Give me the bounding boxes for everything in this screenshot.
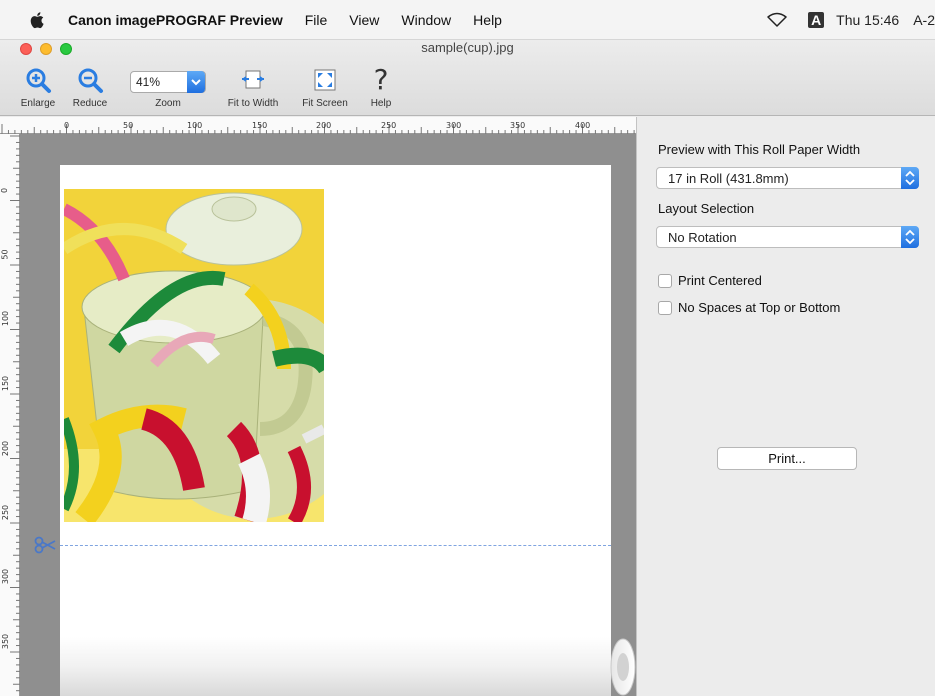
paper-roll xyxy=(60,637,636,696)
help-button[interactable]: ? Help xyxy=(364,63,398,110)
checkbox-box[interactable] xyxy=(658,273,672,288)
print-button[interactable]: Print... xyxy=(717,447,857,470)
stepper-arrows-icon[interactable] xyxy=(901,226,919,248)
window-title: sample(cup).jpg xyxy=(421,40,514,55)
ruler-tick-label: 100 xyxy=(1,310,11,327)
menu-window[interactable]: Window xyxy=(401,12,451,28)
window-toolbar: sample(cup).jpg Enlarge Reduce 41% Zoom … xyxy=(0,40,935,116)
menu-view[interactable]: View xyxy=(349,12,379,28)
layout-value: No Rotation xyxy=(668,230,737,245)
zoom-out-icon xyxy=(78,68,103,93)
chevron-down-icon[interactable] xyxy=(187,71,205,93)
enlarge-label: Enlarge xyxy=(20,98,56,109)
fit-to-width-button[interactable]: Fit to Width xyxy=(220,64,286,109)
menu-clock[interactable]: Thu 15:46 xyxy=(836,12,899,28)
ruler-tick-label: 400 xyxy=(575,121,591,130)
menu-file[interactable]: File xyxy=(305,12,328,28)
fit-width-icon xyxy=(242,70,264,89)
menu-user[interactable]: A-2 xyxy=(913,12,935,28)
question-icon: ? xyxy=(373,63,389,96)
checkbox-box[interactable] xyxy=(658,300,672,315)
no-spaces-label: No Spaces at Top or Bottom xyxy=(678,300,841,315)
ruler-tick-label: 50 xyxy=(0,249,10,260)
ruler-tick-label: 0 xyxy=(64,121,70,130)
layout-select[interactable]: No Rotation xyxy=(656,226,919,248)
ruler-tick-label: 350 xyxy=(1,633,11,650)
roll-width-value: 17 in Roll (431.8mm) xyxy=(668,171,789,186)
ruler-tick-label: 100 xyxy=(187,121,203,130)
ruler-tick-label: 350 xyxy=(510,121,526,130)
settings-panel: Preview with This Roll Paper Width 17 in… xyxy=(636,117,935,696)
zoom-in-icon xyxy=(26,68,51,93)
no-spaces-checkbox[interactable]: No Spaces at Top or Bottom xyxy=(658,300,840,315)
preview-area[interactable]: 0 50 100 150 200 250 300 350 400 0 50 10… xyxy=(0,117,636,696)
fit-screen-label: Fit Screen xyxy=(302,98,348,109)
roll-width-select[interactable]: 17 in Roll (431.8mm) xyxy=(656,167,919,189)
zoom-select[interactable]: 41% xyxy=(130,71,206,93)
ruler-tick-label: 300 xyxy=(1,568,11,585)
menu-bar: Canon imagePROGRAF Preview File View Win… xyxy=(0,0,935,40)
fit-to-width-label: Fit to Width xyxy=(227,98,279,109)
print-centered-checkbox[interactable]: Print Centered xyxy=(658,273,762,288)
enlarge-button[interactable]: Enlarge xyxy=(16,64,60,109)
ruler-tick-label: 200 xyxy=(316,121,332,130)
zoom-value: 41% xyxy=(136,75,161,89)
menu-app-name[interactable]: Canon imagePROGRAF Preview xyxy=(68,12,283,28)
ruler-tick-label: 250 xyxy=(381,121,397,130)
horizontal-ruler: 0 50 100 150 200 250 300 350 400 xyxy=(0,117,636,134)
stepper-arrows-icon[interactable] xyxy=(901,167,919,189)
menu-bar-status: A Thu 15:46 A-2 xyxy=(766,0,935,40)
reduce-button[interactable]: Reduce xyxy=(68,64,112,109)
preview-image xyxy=(64,189,324,522)
input-source-icon[interactable]: A xyxy=(808,12,825,28)
zoom-label: Zoom xyxy=(155,98,181,109)
print-centered-label: Print Centered xyxy=(678,273,762,288)
vertical-ruler: 0 50 100 150 200 250 300 350 xyxy=(0,134,20,696)
ruler-tick-label: 0 xyxy=(0,187,10,194)
layout-selection-label: Layout Selection xyxy=(658,201,755,216)
ruler-tick-label: 200 xyxy=(1,440,11,457)
apple-icon[interactable] xyxy=(28,10,48,30)
menu-help[interactable]: Help xyxy=(473,12,502,28)
help-label: Help xyxy=(370,98,392,109)
ruler-tick-label: 250 xyxy=(1,504,11,521)
ruler-tick-label: 150 xyxy=(252,121,268,130)
ruler-tick-label: 50 xyxy=(123,121,134,130)
roll-width-label: Preview with This Roll Paper Width xyxy=(658,142,861,157)
scissors-icon xyxy=(34,536,56,554)
wifi-icon[interactable] xyxy=(766,12,788,28)
fit-screen-button[interactable]: Fit Screen xyxy=(294,64,356,109)
ruler-tick-label: 150 xyxy=(1,375,11,392)
cut-line xyxy=(60,545,611,546)
ruler-tick-label: 300 xyxy=(446,121,462,130)
reduce-label: Reduce xyxy=(72,98,108,109)
zoom-control: 41% Zoom xyxy=(130,64,206,109)
fit-screen-icon xyxy=(314,69,336,91)
